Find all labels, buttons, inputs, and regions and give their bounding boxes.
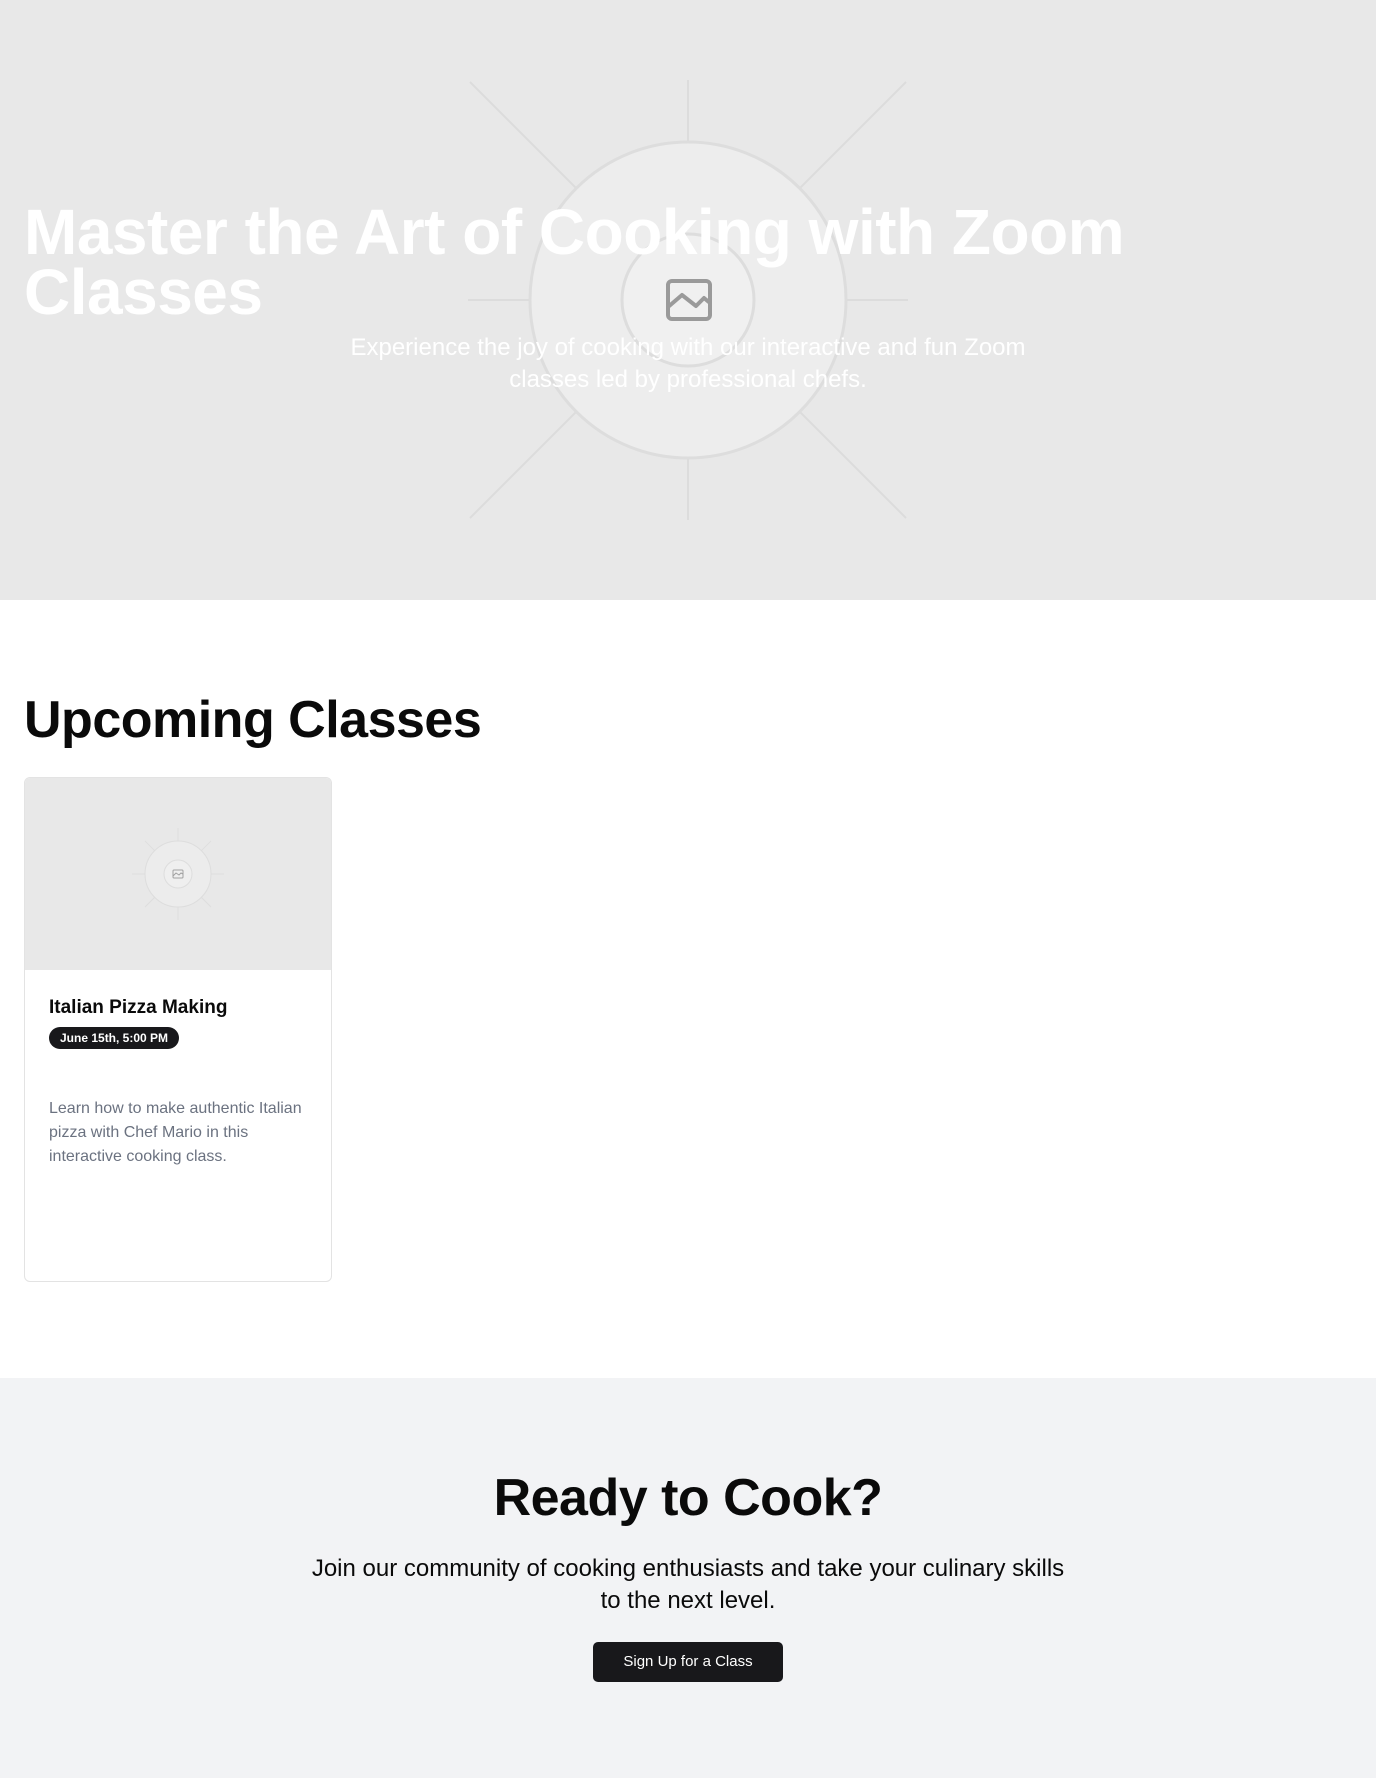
hero-title: Master the Art of Cooking with Zoom Clas… [24, 196, 1125, 328]
class-date-badge: June 15th, 5:00 PM [49, 1027, 180, 1049]
hero-subtitle: Experience the joy of cooking with our i… [350, 334, 1026, 393]
upcoming-classes-heading: Upcoming Classes [24, 691, 482, 749]
class-image-placeholder [132, 828, 224, 920]
hero-section: Master the Art of Cooking with Zoom Clas… [0, 0, 1376, 600]
class-card-image [25, 778, 331, 970]
cta-title: Ready to Cook? [493, 1469, 883, 1527]
cta-text: Join our community of cooking enthusiast… [311, 1555, 1065, 1614]
sign-up-button[interactable]: Sign Up for a Class [593, 1642, 783, 1682]
class-description: Learn how to make authentic Italian pizz… [49, 1100, 302, 1165]
cta-section: Ready to Cook? Join our community of coo… [0, 1378, 1376, 1778]
class-title: Italian Pizza Making [49, 997, 228, 1018]
class-card[interactable]: Italian Pizza Making June 15th, 5:00 PM … [24, 777, 332, 1282]
